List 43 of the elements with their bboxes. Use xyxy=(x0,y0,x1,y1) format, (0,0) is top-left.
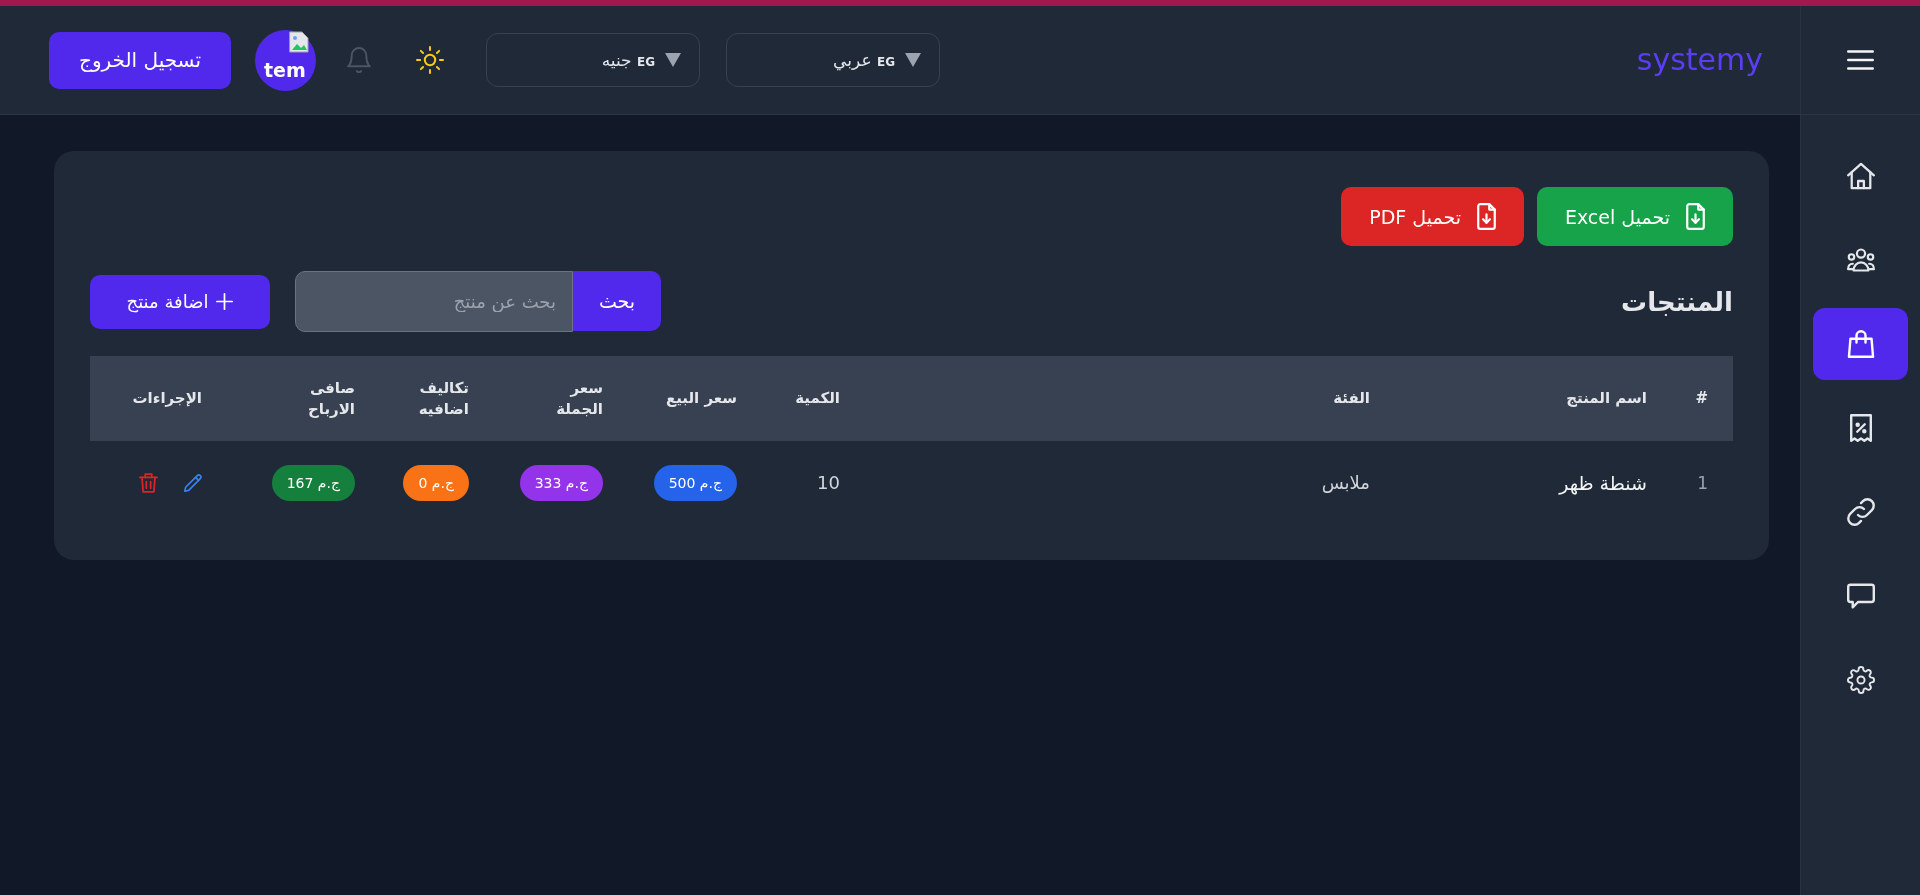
column-header: # xyxy=(1695,388,1708,409)
plus-icon xyxy=(216,293,234,310)
logout-button[interactable]: تسجيل الخروج xyxy=(49,31,231,89)
home-icon xyxy=(1846,162,1875,190)
add-product-button[interactable]: اضافة منتج xyxy=(90,274,270,329)
column-header: الفئة xyxy=(1333,388,1370,409)
chat-bubble-icon xyxy=(1846,582,1875,610)
pencil-icon[interactable] xyxy=(184,473,202,492)
logo: systemy xyxy=(1636,42,1763,78)
column-header: الكمية xyxy=(795,388,840,409)
file-download-icon xyxy=(1686,203,1705,230)
product-name: شنطة ظهر xyxy=(1559,471,1647,494)
caret-icon xyxy=(905,53,921,67)
page-title: المنتجات xyxy=(1621,286,1733,317)
column-header: تكاليف اضافيه xyxy=(418,378,469,419)
product-category: ملابس xyxy=(1321,472,1370,493)
avatar[interactable]: tem xyxy=(255,29,316,91)
people-icon xyxy=(1846,246,1875,274)
column-header: اسم المنتج xyxy=(1566,388,1647,409)
search-field[interactable]: بحث عن منتج xyxy=(295,271,573,332)
menu-icon[interactable] xyxy=(1847,50,1874,70)
column-header: صافى الارباح xyxy=(307,378,355,419)
price-badge: 333 ج.م xyxy=(519,464,603,501)
row-index: 1 xyxy=(1697,472,1708,493)
price-badge: 500 ج.م xyxy=(653,464,737,501)
column-header: سعر البيع xyxy=(665,388,737,409)
link-icon xyxy=(1846,498,1875,526)
broken-image-icon xyxy=(289,30,309,53)
trash-icon[interactable] xyxy=(139,472,158,493)
sun-icon[interactable] xyxy=(416,46,444,74)
price-badge: 0 ج.م xyxy=(403,464,469,501)
avatar-text: tem xyxy=(264,58,306,82)
pdf-download-button[interactable]: تحميل PDF xyxy=(1341,187,1524,246)
product-quantity: 10 xyxy=(817,472,840,493)
sidebar-item[interactable] xyxy=(1813,308,1908,380)
shopping-bag-icon xyxy=(1846,330,1875,358)
caret-icon xyxy=(665,53,681,67)
price-badge: 167 ج.م xyxy=(271,464,355,501)
column-header: سعر الجملة xyxy=(556,378,603,419)
column-header: الإجراءات xyxy=(132,388,202,409)
search-button[interactable]: بحث xyxy=(573,271,661,331)
file-download-icon xyxy=(1476,203,1496,230)
settings-icon xyxy=(1846,666,1875,694)
